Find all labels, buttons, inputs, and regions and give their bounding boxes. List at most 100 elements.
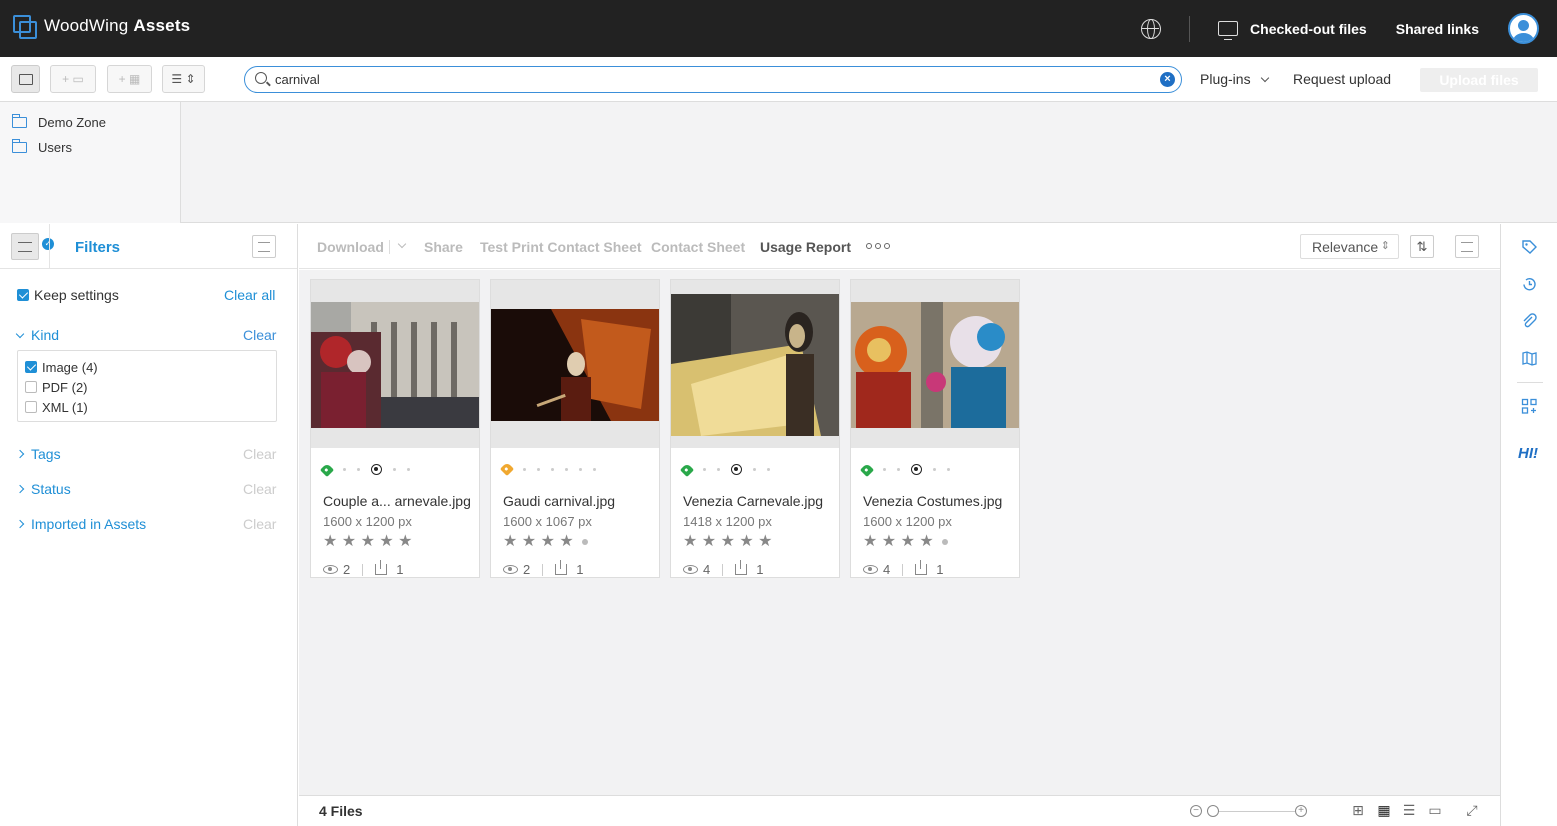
- add-collection-icon: + ▦: [118, 72, 141, 86]
- folder-tree: Demo Zone Users: [0, 102, 181, 223]
- search-box: ×: [244, 66, 1182, 93]
- filter-section-status[interactable]: Status: [15, 481, 71, 497]
- kind-option-pdf[interactable]: PDF (2): [25, 377, 269, 397]
- folder-toggle-button[interactable]: [11, 65, 40, 93]
- large-grid-view-icon[interactable]: ⊞: [1350, 803, 1366, 818]
- toolbar: + ▭ + ▦ ☰ ⇕ × Plug-ins Request upload Up…: [0, 57, 1557, 102]
- divider: [1189, 15, 1191, 42]
- asset-thumbnail[interactable]: [491, 280, 659, 448]
- test-print-button[interactable]: Test Print Contact Sheet: [480, 239, 642, 255]
- thumbnail-image: [671, 294, 839, 436]
- sort-direction-icon[interactable]: ⇅: [1410, 235, 1434, 258]
- paperclip-icon[interactable]: [1521, 313, 1538, 330]
- zoom-slider-handle[interactable]: [1207, 805, 1219, 817]
- shared-links-link[interactable]: Shared links: [1396, 21, 1479, 37]
- asset-card[interactable]: Venezia Costumes.jpg 1600 x 1200 px ★ ★ …: [850, 279, 1020, 578]
- tag-icon[interactable]: [1521, 239, 1538, 256]
- asset-card[interactable]: Venezia Carnevale.jpg 1418 x 1200 px ★ ★…: [670, 279, 840, 578]
- map-icon[interactable]: [1521, 350, 1538, 367]
- request-upload-link[interactable]: Request upload: [1293, 71, 1391, 87]
- add-folder-icon: + ▭: [62, 72, 84, 86]
- asset-filename[interactable]: Venezia Costumes.jpg: [863, 493, 1002, 509]
- asset-filename[interactable]: Gaudi carnival.jpg: [503, 493, 615, 509]
- asset-thumbnail[interactable]: [851, 280, 1019, 448]
- rating-stars[interactable]: ★ ★ ★ ★ ★: [683, 534, 773, 550]
- small-grid-view-icon[interactable]: ▦: [1376, 803, 1392, 818]
- upload-files-button[interactable]: Upload files: [1420, 68, 1538, 92]
- downloads-count: 1: [756, 562, 764, 577]
- contact-sheet-button[interactable]: Contact Sheet: [651, 239, 745, 255]
- user-avatar[interactable]: [1508, 13, 1539, 44]
- section-label: Imported in Assets: [31, 516, 147, 532]
- zoom-out-icon[interactable]: −: [1190, 805, 1202, 817]
- asset-filename[interactable]: Couple a... arnevale.jpg: [323, 493, 471, 509]
- hi-panel-button[interactable]: HI!: [1518, 445, 1538, 462]
- filter-section-tags[interactable]: Tags: [15, 446, 61, 462]
- asset-card[interactable]: Gaudi carnival.jpg 1600 x 1067 px ★ ★ ★ …: [490, 279, 660, 578]
- eye-icon: [503, 565, 518, 574]
- folder-sort-button[interactable]: ☰ ⇕: [162, 65, 205, 93]
- asset-meta: [679, 462, 770, 477]
- checked-out-files-link[interactable]: Checked-out files: [1250, 21, 1367, 37]
- sort-select[interactable]: Relevance: [1300, 234, 1399, 259]
- rating-stars[interactable]: ★ ★ ★ ★ ★: [323, 534, 413, 550]
- rating-stars[interactable]: ★ ★ ★ ★: [863, 534, 948, 550]
- status-bar: 4 Files − + ⊞ ▦ ☰ ▭ ⤢: [299, 795, 1500, 826]
- filmstrip-view-icon[interactable]: ▭: [1427, 803, 1443, 818]
- status-clear-link[interactable]: Clear: [243, 481, 276, 497]
- fullscreen-icon[interactable]: ⤢: [1464, 803, 1480, 818]
- add-folder-button[interactable]: + ▭: [50, 65, 96, 93]
- clear-all-link[interactable]: Clear all: [224, 287, 275, 303]
- more-options-icon[interactable]: [866, 243, 890, 249]
- tags-clear-link[interactable]: Clear: [243, 446, 276, 462]
- users-folder-icon: [12, 139, 27, 153]
- share-button[interactable]: Share: [424, 239, 463, 255]
- file-count: 4 Files: [319, 803, 363, 819]
- downloads-count: 1: [576, 562, 584, 577]
- brand-name: WoodWing: [44, 16, 129, 35]
- kind-option-xml[interactable]: XML (1): [25, 397, 269, 417]
- thumbnail-image: [851, 302, 1019, 428]
- imported-clear-link[interactable]: Clear: [243, 516, 276, 532]
- filter-section-kind[interactable]: Kind: [15, 327, 59, 343]
- asset-thumbnail[interactable]: [311, 280, 479, 448]
- asset-thumbnail[interactable]: [671, 280, 839, 448]
- search-input[interactable]: [275, 70, 1155, 89]
- history-icon[interactable]: [1521, 276, 1538, 293]
- monitor-icon[interactable]: [1218, 21, 1239, 40]
- download-chevron-icon[interactable]: [397, 239, 407, 249]
- add-collection-button[interactable]: + ▦: [107, 65, 152, 93]
- eye-icon: [863, 565, 878, 574]
- list-view-icon[interactable]: ☰: [1401, 803, 1417, 818]
- kind-clear-link[interactable]: Clear: [243, 327, 276, 343]
- globe-icon[interactable]: [1141, 18, 1162, 39]
- zoom-slider[interactable]: [1207, 811, 1295, 812]
- filter-options-icon[interactable]: [252, 235, 276, 258]
- kind-option-image[interactable]: Image (4): [25, 357, 269, 377]
- zoom-in-icon[interactable]: +: [1295, 805, 1307, 817]
- plugins-menu[interactable]: Plug-ins: [1200, 71, 1270, 87]
- folder-item-demo-zone[interactable]: Demo Zone: [0, 110, 180, 135]
- add-widget-icon[interactable]: [1521, 398, 1538, 415]
- filter-toggle-button[interactable]: ✓: [11, 233, 54, 260]
- asset-meta: [859, 462, 950, 477]
- view-options-icon[interactable]: [1455, 235, 1479, 258]
- asset-filename[interactable]: Venezia Carnevale.jpg: [683, 493, 823, 509]
- section-label: Tags: [31, 446, 61, 462]
- asset-meta: [499, 461, 596, 477]
- download-button[interactable]: Download: [317, 239, 384, 255]
- views-count: 2: [343, 562, 351, 577]
- usage-report-button[interactable]: Usage Report: [760, 239, 851, 255]
- app-logo[interactable]: WoodWing Assets: [12, 14, 190, 39]
- clear-search-icon[interactable]: ×: [1160, 72, 1175, 87]
- tag-icon: [319, 462, 335, 477]
- sort-lines-icon: ☰ ⇕: [171, 72, 196, 86]
- asset-card[interactable]: Couple a... arnevale.jpg 1600 x 1200 px …: [310, 279, 480, 578]
- keep-settings-checkbox[interactable]: Keep settings: [17, 287, 119, 303]
- filter-section-imported[interactable]: Imported in Assets: [15, 516, 147, 532]
- folder-item-users[interactable]: Users: [0, 135, 180, 160]
- rating-stars[interactable]: ★ ★ ★ ★: [503, 534, 588, 550]
- eye-icon: [683, 565, 698, 574]
- views-count: 4: [703, 562, 711, 577]
- tag-icon: [499, 461, 515, 477]
